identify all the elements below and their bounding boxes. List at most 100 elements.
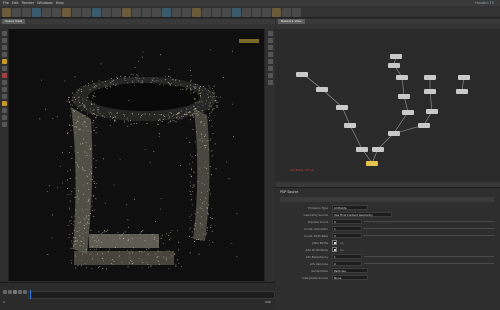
timeline-cursor[interactable] (30, 290, 31, 299)
shelf-tool-29[interactable] (282, 7, 291, 17)
light-tool-icon[interactable] (1, 101, 7, 106)
menu-edit[interactable]: Edit (12, 1, 19, 5)
shelf-tool-21[interactable] (202, 7, 211, 17)
param-field[interactable]: 0 (332, 261, 362, 266)
param-checkbox[interactable] (332, 247, 337, 252)
menu-file[interactable]: File (3, 1, 9, 5)
shelf-tool-8[interactable] (72, 7, 81, 17)
shelf-tool-15[interactable] (142, 7, 151, 17)
menu-windows[interactable]: Windows (37, 1, 53, 5)
select-tool-icon[interactable] (1, 31, 7, 36)
node-4[interactable] (344, 123, 356, 128)
shelf-tool-18[interactable] (172, 7, 181, 17)
step-back-icon[interactable] (8, 290, 12, 294)
display-option-6-icon[interactable] (267, 66, 273, 71)
shelf-tool-27[interactable] (262, 7, 271, 17)
display-option-4-icon[interactable] (267, 52, 273, 57)
node-12[interactable] (424, 89, 436, 94)
param-slider[interactable] (364, 256, 494, 257)
shelf-tool-9[interactable] (82, 7, 91, 17)
shelf-tool-3[interactable] (22, 7, 31, 17)
shelf-tool-5[interactable] (42, 7, 51, 17)
display-tool-icon[interactable] (1, 94, 7, 99)
shelf-tool-24[interactable] (232, 7, 241, 17)
param-field[interactable]: 0 (332, 233, 362, 238)
node-6[interactable] (390, 54, 402, 59)
shelf-tool-12[interactable] (112, 7, 121, 17)
go-start-icon[interactable] (3, 290, 7, 294)
move-tool-icon[interactable] (1, 38, 7, 43)
param-dropdown[interactable]: Use First Context Geometry (332, 212, 392, 217)
node-2[interactable] (316, 87, 328, 92)
shelf-tool-14[interactable] (132, 7, 141, 17)
pose-tool-icon[interactable] (1, 73, 7, 78)
handle-tool-icon[interactable] (1, 59, 7, 64)
shelf-tool-25[interactable] (242, 7, 251, 17)
shelf-tool-20[interactable] (192, 7, 201, 17)
menu-render[interactable]: Render (22, 1, 34, 5)
shelf-tool-4[interactable] (32, 7, 41, 17)
grid-tool-icon[interactable] (1, 122, 7, 127)
node-16[interactable] (418, 123, 430, 128)
shelf-tool-13[interactable] (122, 7, 131, 17)
param-slider[interactable] (364, 263, 494, 264)
node-3[interactable] (336, 105, 348, 110)
rotate-tool-icon[interactable] (1, 45, 7, 50)
timeline-scrubber[interactable] (28, 291, 275, 299)
node-14[interactable] (402, 110, 414, 115)
node-13[interactable] (456, 89, 468, 94)
go-end-icon[interactable] (23, 290, 27, 294)
node-8[interactable] (396, 75, 408, 80)
param-checkbox[interactable] (332, 240, 337, 245)
param-field[interactable]: 0 (332, 219, 362, 224)
shelf-tool-16[interactable] (152, 7, 161, 17)
param-dropdown[interactable]: None (332, 275, 368, 280)
network-editor[interactable]: Sim Points 172 v/v (276, 29, 500, 181)
view-tool-icon[interactable] (1, 66, 7, 71)
node-selected[interactable] (366, 161, 378, 166)
node-17[interactable] (388, 131, 400, 136)
step-forward-icon[interactable] (18, 290, 22, 294)
shelf-tool-30[interactable] (292, 7, 301, 17)
param-tab-strip[interactable] (280, 197, 494, 202)
node-7[interactable] (388, 63, 400, 68)
shelf-tool-7[interactable] (62, 7, 71, 17)
shelf-tool-23[interactable] (222, 7, 231, 17)
camera-tool-icon[interactable] (1, 108, 7, 113)
node-9[interactable] (424, 75, 436, 80)
param-dropdown[interactable]: Particles (332, 268, 368, 273)
shelf-tool-28[interactable] (272, 7, 281, 17)
shelf-tool-19[interactable] (182, 7, 191, 17)
param-field[interactable]: 1 (332, 226, 362, 231)
brush-tool-icon[interactable] (1, 80, 7, 85)
play-icon[interactable] (13, 290, 17, 294)
scale-tool-icon[interactable] (1, 52, 7, 57)
shelf-tool-11[interactable] (102, 7, 111, 17)
shelf-tool-1[interactable] (2, 7, 11, 17)
node-5[interactable] (356, 147, 368, 152)
shelf-tool-17[interactable] (162, 7, 171, 17)
render-tool-icon[interactable] (1, 115, 7, 120)
param-slider[interactable] (364, 221, 494, 222)
shelf-tool-2[interactable] (12, 7, 21, 17)
display-option-5-icon[interactable] (267, 59, 273, 64)
scene-viewport[interactable] (9, 29, 264, 281)
snap-tool-icon[interactable] (1, 87, 7, 92)
display-option-7-icon[interactable] (267, 73, 273, 78)
node-11[interactable] (398, 94, 410, 99)
node-18[interactable] (372, 147, 384, 152)
menu-help[interactable]: Help (56, 1, 64, 5)
shelf-tool-22[interactable] (212, 7, 221, 17)
node-15[interactable] (426, 109, 438, 114)
shelf-tool-10[interactable] (92, 7, 101, 17)
param-slider[interactable] (364, 228, 494, 229)
display-option-1-icon[interactable] (267, 31, 273, 36)
node-1[interactable] (296, 72, 308, 77)
param-field[interactable]: 1 (332, 254, 362, 259)
display-option-8-icon[interactable] (267, 80, 273, 85)
param-slider[interactable] (364, 235, 494, 236)
node-10[interactable] (458, 75, 470, 80)
display-option-3-icon[interactable] (267, 45, 273, 50)
shelf-tool-26[interactable] (252, 7, 261, 17)
display-option-2-icon[interactable] (267, 38, 273, 43)
